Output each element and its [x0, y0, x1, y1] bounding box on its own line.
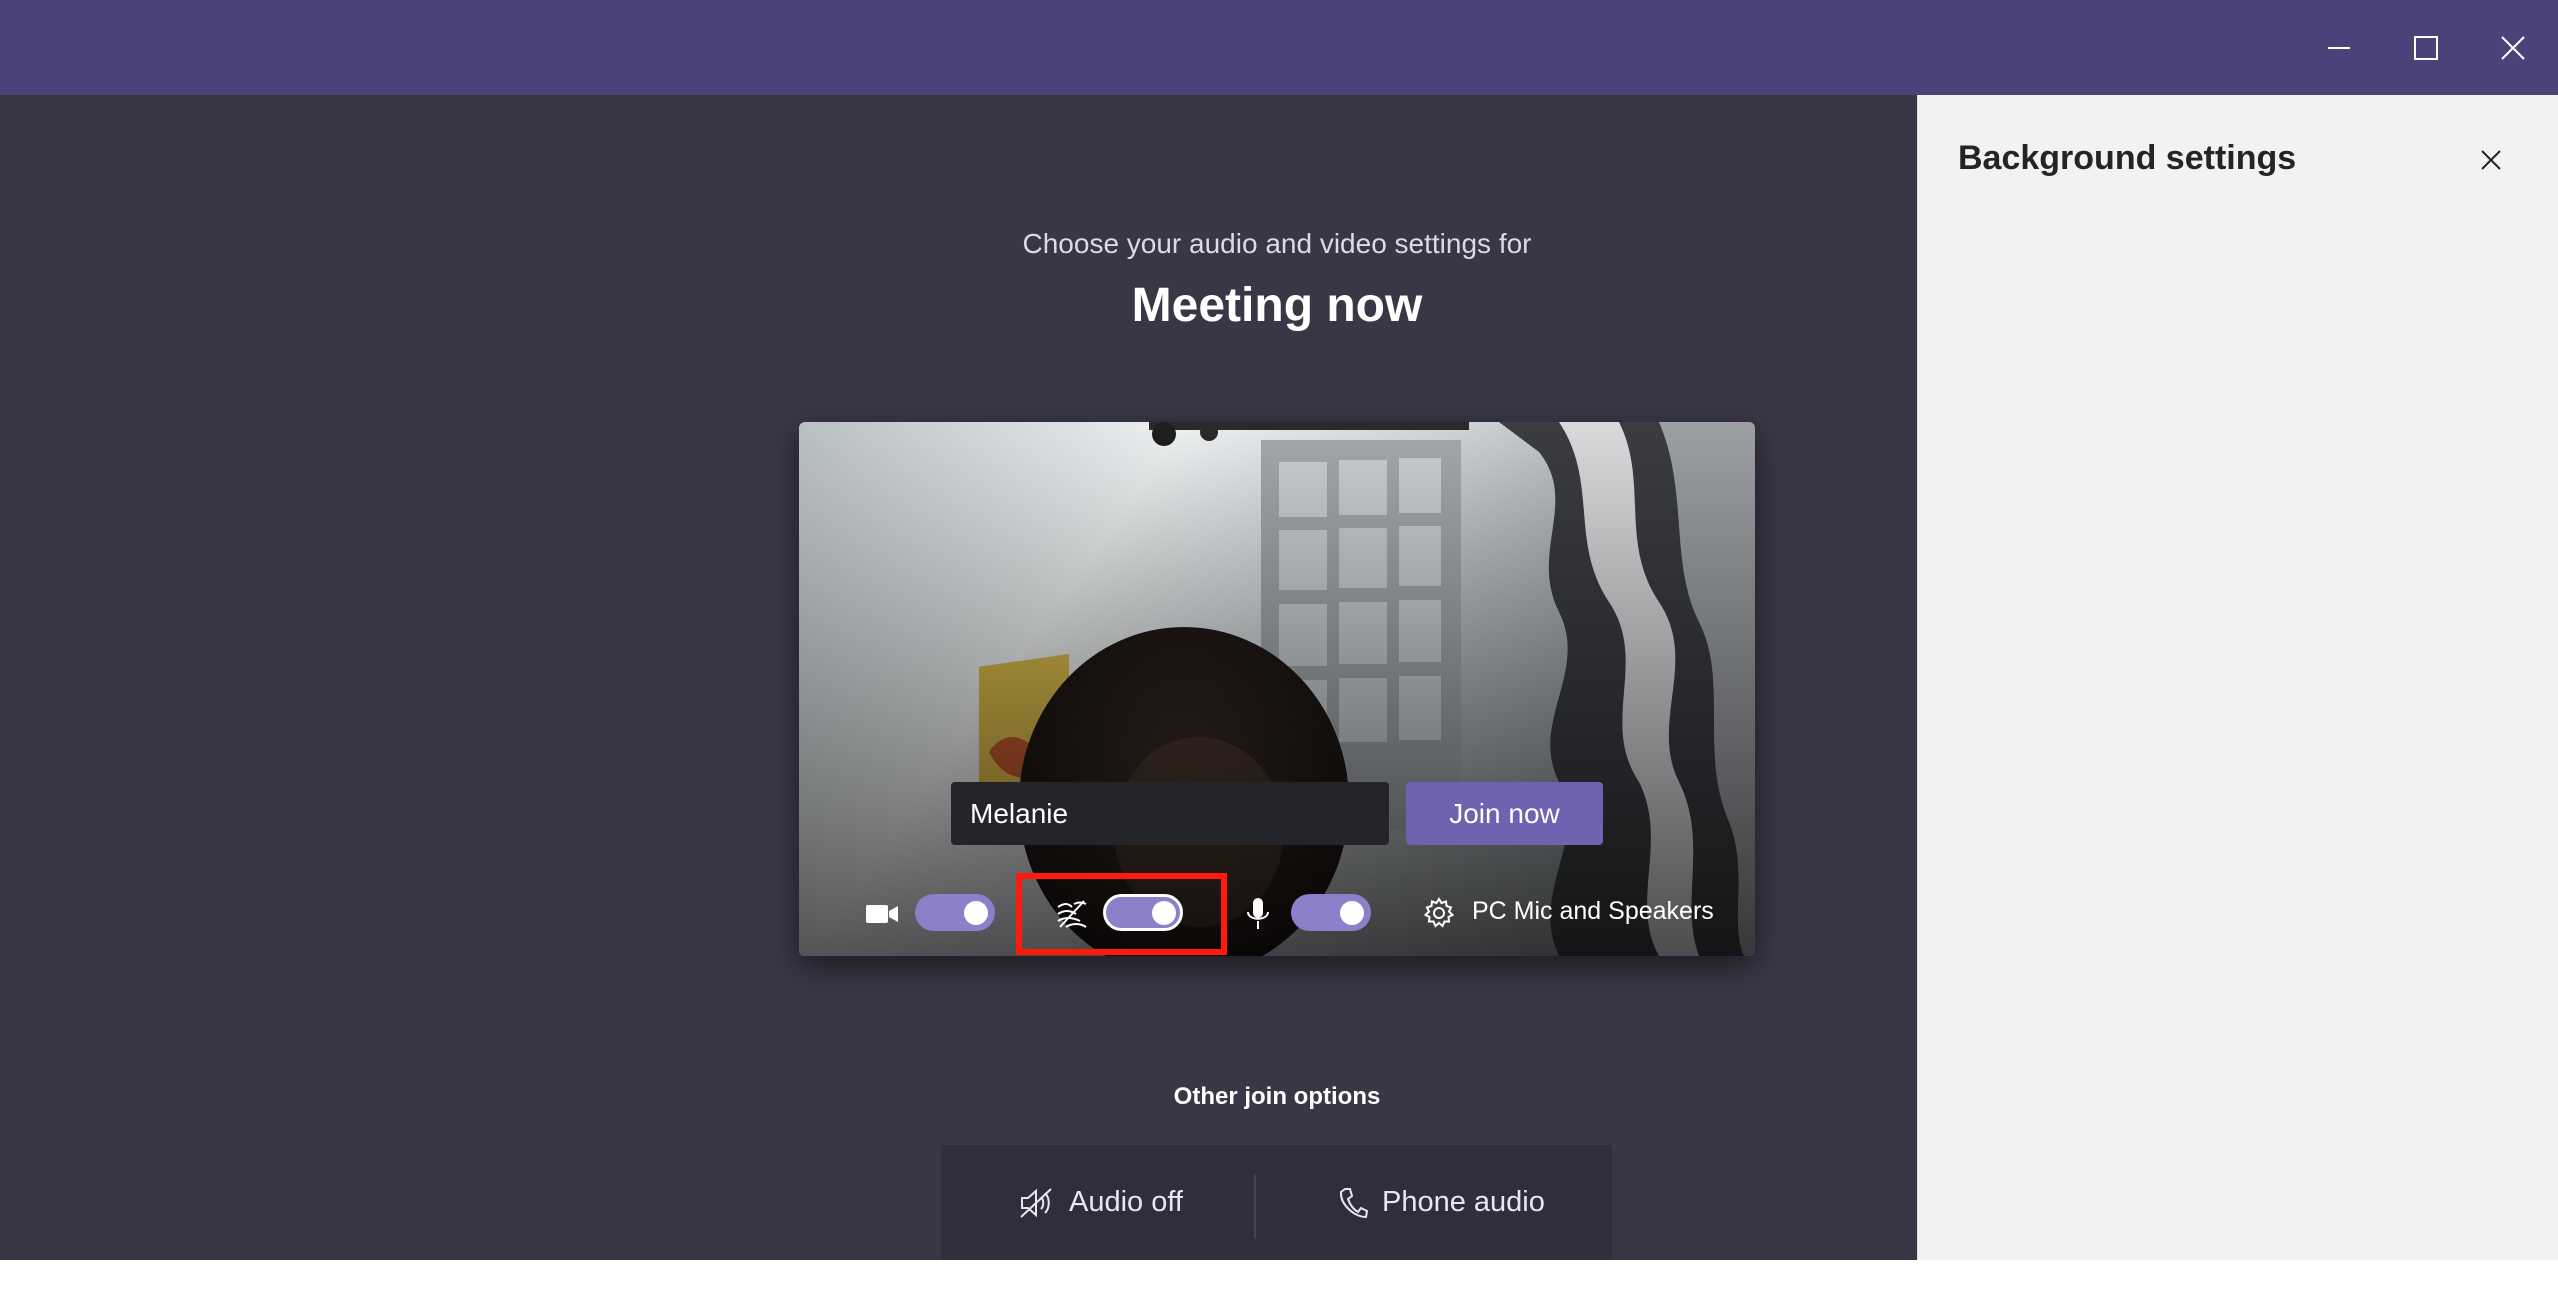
speaker-off-icon	[1019, 1187, 1055, 1219]
camera-toggle[interactable]	[915, 894, 995, 931]
maximize-button[interactable]	[2382, 0, 2469, 95]
close-icon	[2481, 150, 2501, 170]
maximize-icon	[2413, 35, 2438, 60]
microphone-icon[interactable]	[1242, 895, 1274, 933]
camera-feed-image	[799, 422, 1755, 956]
minimize-icon	[2327, 46, 2350, 49]
close-window-button[interactable]	[2469, 0, 2556, 95]
camera-icon[interactable]	[864, 897, 900, 931]
background-settings-title: Background settings	[1958, 139, 2297, 177]
minimize-button[interactable]	[2295, 0, 2382, 95]
highlight-box	[1016, 873, 1227, 955]
title-bar	[0, 0, 2558, 95]
camera-toggle-knob	[964, 901, 988, 925]
microphone-toggle-knob	[1340, 901, 1364, 925]
close-icon	[2500, 35, 2525, 60]
device-settings-label[interactable]: PC Mic and Speakers	[1472, 897, 1714, 926]
other-join-options-bar: Audio off Phone audio	[941, 1145, 1612, 1260]
microphone-toggle[interactable]	[1291, 894, 1371, 931]
options-divider	[1254, 1175, 1256, 1239]
video-preview	[799, 422, 1755, 956]
background-settings-panel: Background settings	[1917, 95, 2558, 1260]
join-now-button[interactable]: Join now	[1406, 782, 1603, 845]
name-input[interactable]: Melanie	[951, 782, 1389, 845]
phone-audio-label: Phone audio	[1382, 1186, 1545, 1218]
close-panel-button[interactable]	[2471, 140, 2511, 180]
audio-off-label: Audio off	[1069, 1186, 1183, 1218]
phone-icon	[1338, 1187, 1368, 1219]
gear-icon[interactable]	[1422, 896, 1456, 930]
phone-audio-option[interactable]: Phone audio	[1338, 1145, 1545, 1260]
audio-off-option[interactable]: Audio off	[1019, 1145, 1183, 1260]
